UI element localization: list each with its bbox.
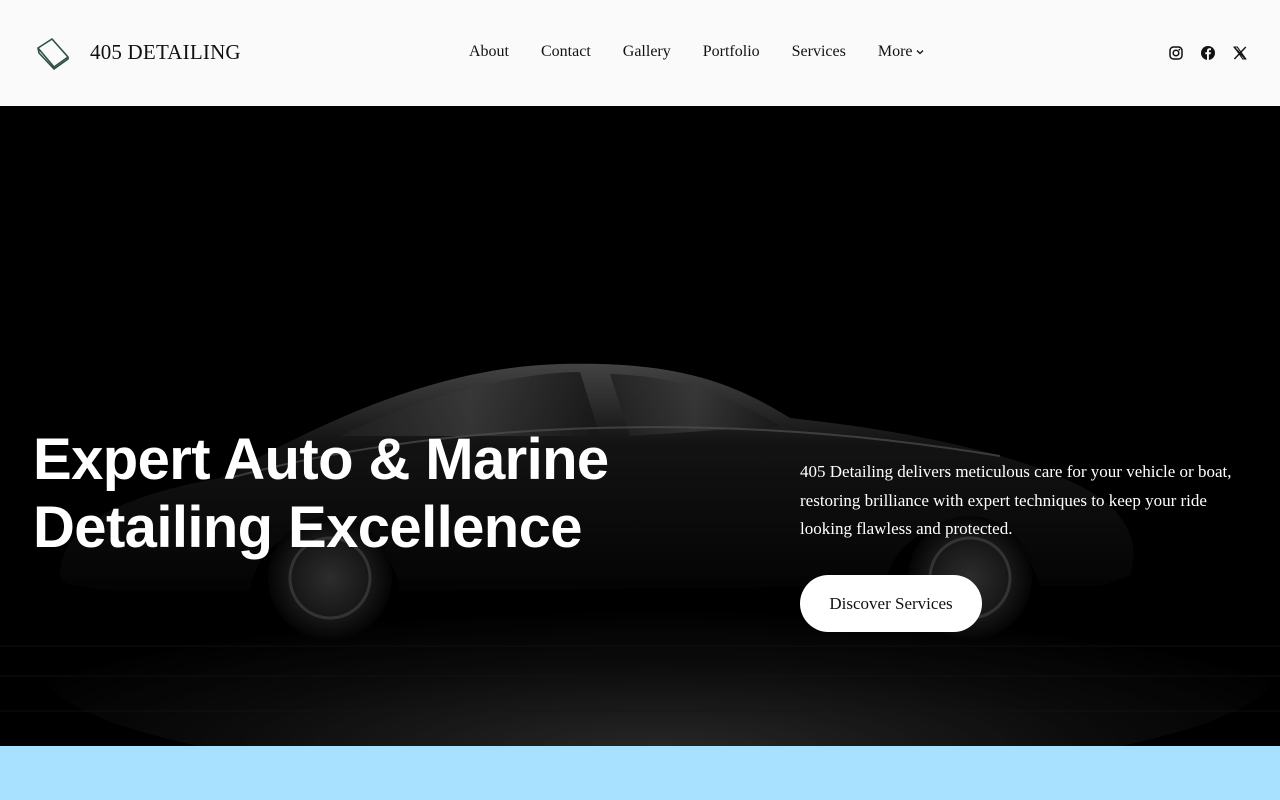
nav-contact[interactable]: Contact	[541, 43, 591, 61]
site-brand[interactable]: 405 DETAILING	[90, 40, 241, 65]
discover-services-button[interactable]: Discover Services	[800, 575, 982, 632]
site-header: 405 DETAILING About Contact Gallery Port…	[0, 0, 1280, 106]
main-nav: About Contact Gallery Portfolio Services…	[469, 43, 924, 61]
book-logo-icon[interactable]	[35, 35, 71, 71]
hero-title: Expert Auto & Marine Detailing Excellenc…	[33, 426, 653, 562]
social-links	[1168, 45, 1248, 61]
nav-portfolio[interactable]: Portfolio	[703, 43, 760, 61]
nav-gallery[interactable]: Gallery	[623, 43, 671, 61]
x-icon[interactable]	[1232, 45, 1248, 61]
next-section-band	[0, 746, 1280, 800]
hero-title-line-1: Expert Auto & Marine	[33, 427, 609, 492]
nav-more-label: More	[877, 43, 913, 60]
chevron-down-icon	[916, 50, 923, 55]
nav-about[interactable]: About	[469, 43, 509, 61]
facebook-icon[interactable]	[1200, 45, 1216, 61]
hero-description: 405 Detailing delivers meticulous care f…	[800, 462, 1232, 539]
nav-more[interactable]: More	[878, 43, 924, 61]
hero-title-line-2: Detailing Excellence	[33, 495, 583, 560]
instagram-icon[interactable]	[1168, 45, 1184, 61]
nav-services[interactable]: Services	[792, 43, 846, 61]
hero-section: Expert Auto & Marine Detailing Excellenc…	[0, 106, 1280, 746]
